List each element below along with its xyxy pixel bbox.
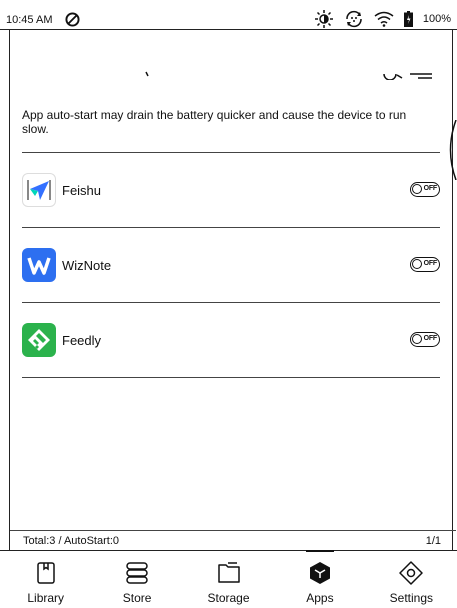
toggle-state: OFF xyxy=(423,184,438,192)
nav-label: Library xyxy=(27,591,65,605)
autostart-toggle[interactable]: OFF xyxy=(410,332,440,347)
toggle-knob xyxy=(412,259,422,269)
app-name: Feishu xyxy=(62,182,102,198)
autostart-toggle[interactable]: OFF xyxy=(410,182,440,197)
page-indicator[interactable]: 1/1 xyxy=(426,535,441,547)
autostart-summary: Total:3 / AutoStart:0 xyxy=(23,535,120,547)
wifi-icon xyxy=(374,11,394,27)
nav-apps[interactable]: Apps xyxy=(274,550,365,608)
settings-icon xyxy=(399,561,424,585)
toggle-knob xyxy=(412,184,422,194)
nav-label: Apps xyxy=(306,591,334,605)
nav-label: Store xyxy=(122,591,152,605)
bottom-nav: Library Store Storage Apps Settings xyxy=(0,550,457,608)
toggle-state: OFF xyxy=(423,259,438,267)
feishu-icon xyxy=(22,173,56,207)
status-bar: 10:45 AM 100% xyxy=(0,0,457,30)
status-icons: 100% xyxy=(314,10,451,28)
feedly-icon xyxy=(22,323,56,357)
nav-store[interactable]: Store xyxy=(91,551,182,608)
app-name: Feedly xyxy=(62,332,102,348)
battery-icon xyxy=(403,11,413,27)
battery-percent: 100% xyxy=(422,13,451,25)
autostart-warning-text: App auto-start may drain the battery qui… xyxy=(22,108,407,136)
autostart-toggle[interactable]: OFF xyxy=(410,257,440,272)
toggle-knob xyxy=(412,334,422,344)
active-tab-indicator xyxy=(305,550,334,552)
app-name: WizNote xyxy=(62,257,112,273)
partial-header-icons xyxy=(145,71,432,80)
app-row-feishu: Feishu OFF xyxy=(22,153,440,228)
side-scroll-handle[interactable] xyxy=(443,120,457,180)
nav-label: Storage xyxy=(207,591,250,605)
app-row-feedly: Feedly OFF xyxy=(22,303,440,378)
nav-label: Settings xyxy=(389,591,433,605)
nav-library[interactable]: Library xyxy=(0,551,91,608)
do-not-disturb-icon xyxy=(65,12,80,27)
apps-icon xyxy=(309,562,330,584)
app-list: Feishu OFF WizNote OFF Feedly OFF xyxy=(22,153,440,378)
brightness-icon xyxy=(314,10,333,28)
status-time: 10:45 AM xyxy=(6,14,53,26)
store-icon xyxy=(126,562,148,584)
toggle-state: OFF xyxy=(423,334,438,342)
nav-storage[interactable]: Storage xyxy=(183,551,274,608)
library-icon xyxy=(36,562,55,584)
nav-settings[interactable]: Settings xyxy=(366,551,457,608)
footer-bar: Total:3 / AutoStart:0 1/1 xyxy=(10,530,456,550)
refresh-icon xyxy=(346,10,362,28)
frame-border-left xyxy=(9,30,10,550)
wiznote-icon xyxy=(22,248,56,282)
app-row-wiznote: WizNote OFF xyxy=(22,228,440,303)
storage-icon xyxy=(217,562,240,583)
frame-border-right xyxy=(452,30,453,550)
